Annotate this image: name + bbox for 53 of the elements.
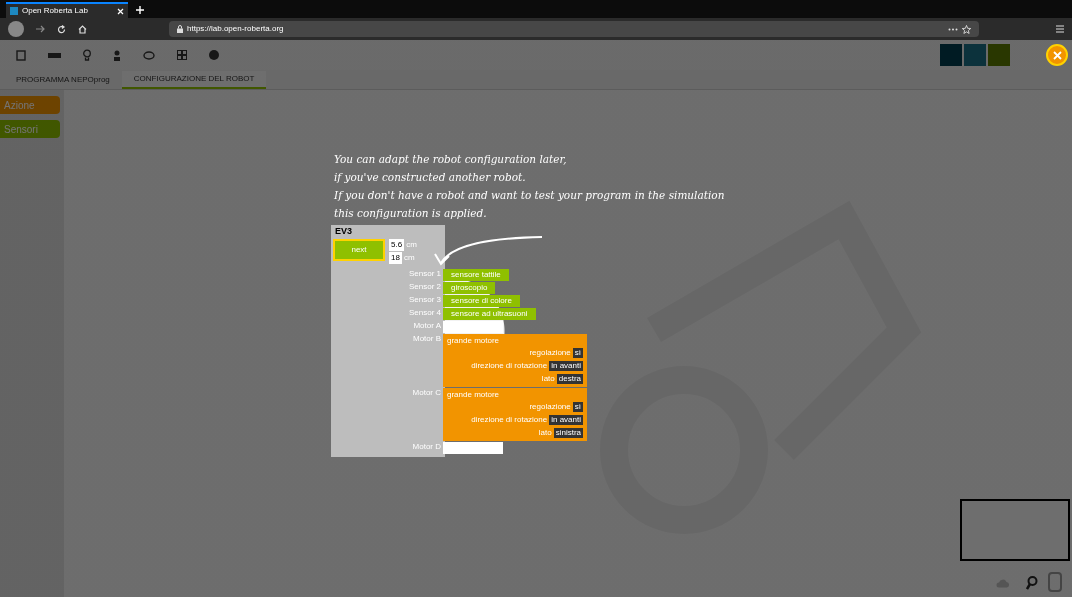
port-label: Motor A xyxy=(413,319,441,332)
value-field[interactable]: 18 xyxy=(389,251,402,264)
tutorial-text: if you've constructed another robot. xyxy=(334,170,527,185)
url-text: https://lab.open-roberta.org xyxy=(187,23,284,35)
tutorial-text: this configuration is applied. xyxy=(334,206,488,221)
forward-icon[interactable] xyxy=(36,25,45,33)
empty-slot xyxy=(443,442,503,454)
motor-type: grande motore xyxy=(447,335,501,346)
home-icon[interactable] xyxy=(78,24,87,34)
param-dropdown[interactable]: sinistra xyxy=(553,427,583,438)
param-label: direzione di rotazione xyxy=(471,413,548,426)
minimap[interactable] xyxy=(960,499,1070,561)
app-tab[interactable]: CONFIGURAZIONE DEL ROBOT xyxy=(121,71,267,89)
tutorial-text: If you don't have a robot and want to test your program in the simulation xyxy=(334,188,725,203)
menu-icon[interactable] xyxy=(1056,25,1064,33)
lock-icon xyxy=(177,25,183,33)
sensor-block: giroscopio xyxy=(443,282,496,294)
tutorial-text: You can adapt the robot configuration later, xyxy=(334,152,568,167)
favicon-icon xyxy=(10,7,18,15)
empty-slot xyxy=(443,321,503,333)
more-icon[interactable] xyxy=(948,27,958,31)
reload-icon[interactable] xyxy=(57,24,66,34)
param-label: regolazione xyxy=(529,346,571,359)
param-dropdown[interactable]: in avanti xyxy=(549,360,583,371)
param-dropdown[interactable]: in avanti xyxy=(549,414,583,425)
param-label: regolazione xyxy=(529,400,571,413)
close-tab-icon[interactable] xyxy=(117,7,124,15)
tab-title: Open Roberta Lab xyxy=(22,5,89,17)
grid-icon[interactable] xyxy=(177,50,187,60)
search-icon[interactable] xyxy=(1026,576,1038,590)
robot-name: EV3 xyxy=(334,225,353,238)
bulb-icon[interactable] xyxy=(83,49,91,61)
sensor-block: sensore di colore xyxy=(443,295,520,307)
value-field[interactable]: 5.6 xyxy=(389,238,405,251)
browser-tab[interactable]: Open Roberta Lab xyxy=(6,2,128,18)
file-icon[interactable] xyxy=(16,49,26,61)
port-label: Motor D xyxy=(412,440,441,453)
close-icon xyxy=(1052,50,1062,60)
param-label: direzione di rotazione xyxy=(471,359,548,372)
param-dropdown[interactable]: sì xyxy=(572,347,583,358)
sensor-block: sensore ad ultrasuoni xyxy=(443,308,536,320)
address-bar[interactable]: https://lab.open-roberta.org xyxy=(169,21,979,37)
logo-drawing xyxy=(940,44,1010,66)
new-tab-icon[interactable] xyxy=(136,6,144,14)
sensor-block: sensore tattile xyxy=(443,269,509,281)
param-label: lato xyxy=(541,372,555,385)
motor-type: grande motore xyxy=(447,389,501,400)
param-dropdown[interactable]: destra xyxy=(556,373,583,384)
param-dropdown[interactable]: sì xyxy=(572,401,583,412)
person-icon[interactable] xyxy=(113,49,121,61)
star-icon[interactable] xyxy=(962,24,971,34)
param-label: lato xyxy=(538,426,552,439)
back-button[interactable] xyxy=(8,21,24,37)
